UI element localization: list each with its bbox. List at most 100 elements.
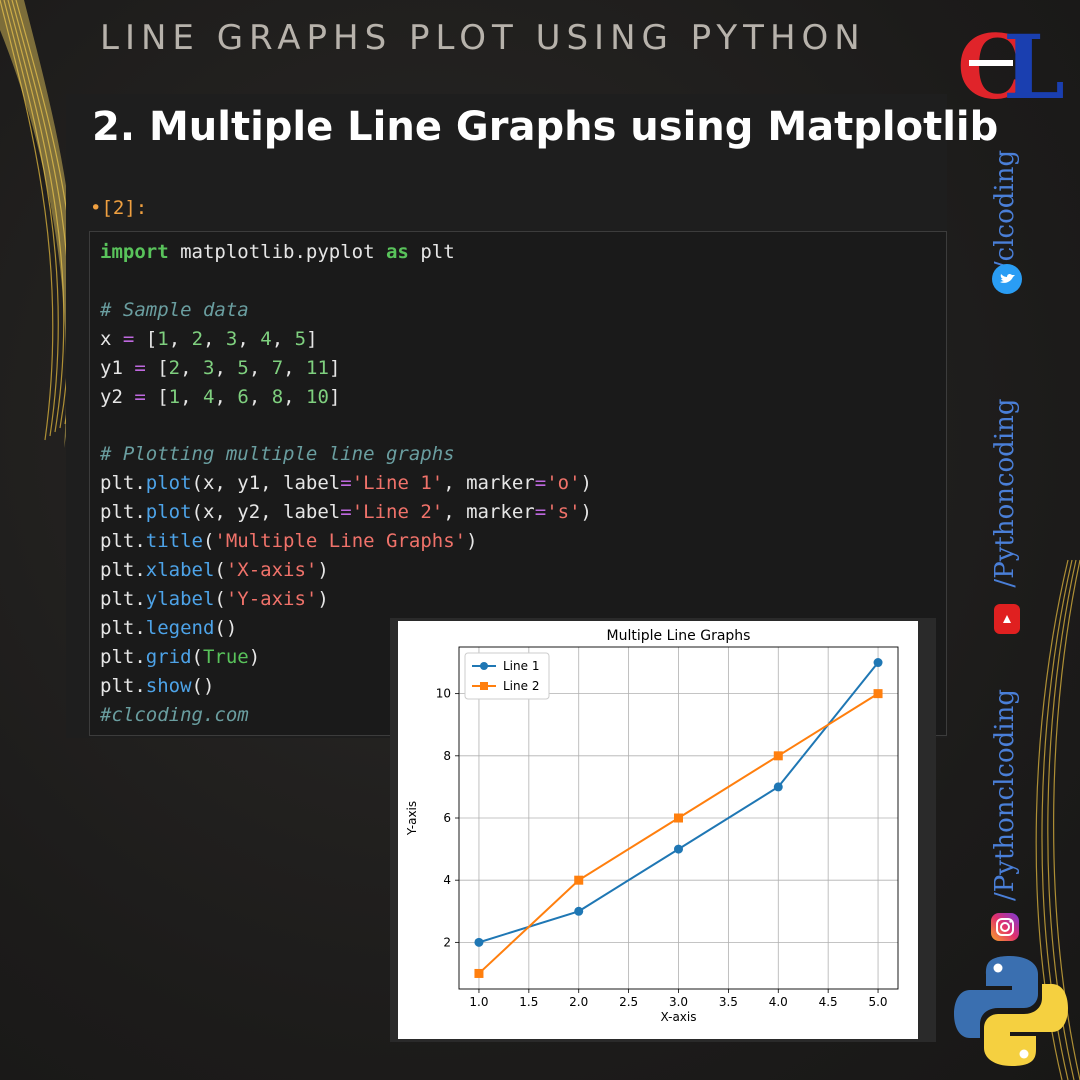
code-token: , [271, 327, 295, 350]
code-token: = [134, 385, 146, 408]
x-tick-label: 1.5 [519, 995, 538, 1009]
code-token: ) [580, 472, 592, 495]
code-token: = [340, 472, 352, 495]
code-token: xlabel [145, 558, 215, 581]
code-token: 'Multiple Line Graphs' [214, 530, 467, 553]
code-token: , [237, 327, 261, 350]
x-tick-label: 4.0 [769, 995, 788, 1009]
x-axis-label: X-axis [661, 1010, 697, 1024]
data-point-marker [773, 751, 783, 761]
data-point-marker [574, 875, 584, 885]
code-token: 11 [306, 356, 329, 379]
code-token: 2 [168, 356, 181, 379]
code-token: 4 [203, 385, 215, 408]
code-token: , [248, 385, 272, 408]
x-tick-label: 1.0 [469, 995, 488, 1009]
code-token: 3 [203, 356, 215, 379]
code-token: ( [202, 530, 215, 553]
code-token: 7 [271, 356, 284, 379]
x-tick-label: 4.5 [819, 995, 838, 1009]
code-token: y1 [100, 356, 135, 379]
y-tick-label: 4 [443, 873, 451, 887]
code-token: = [340, 501, 352, 524]
code-line: x = [1, 2, 3, 4, 5] [100, 325, 592, 354]
code-token: grid [145, 645, 192, 668]
code-line: # Sample data [100, 296, 592, 325]
data-point-marker [873, 658, 883, 668]
code-token: = [134, 356, 146, 379]
code-line: y2 = [1, 4, 6, 8, 10] [100, 383, 592, 412]
y-tick-label: 2 [443, 935, 451, 949]
cell-prompt: •[2]: [90, 197, 148, 219]
code-token: #clcoding.com [100, 703, 249, 726]
code-token: plt. [100, 645, 146, 668]
code-token: as [385, 241, 409, 263]
code-token: plt. [100, 472, 146, 495]
code-token: 4 [260, 327, 272, 350]
plot-output: 1.0 1.5 2.0 2.5 3.0 3.5 4.0 4.5 5.0 2 4 6 8 10 Multipl… [398, 621, 918, 1039]
y-axis-label: Y-axis [405, 801, 419, 836]
code-line: plt.title('Multiple Line Graphs') [100, 527, 592, 556]
youtube-handle[interactable]: /Pythoncoding [990, 368, 1020, 618]
legend-label: Line 2 [503, 679, 539, 693]
code-token: ( [214, 587, 226, 610]
code-token: (x, y2, label [191, 501, 341, 524]
code-token: ) [580, 501, 592, 524]
code-token: True [202, 645, 249, 668]
code-token: plt. [100, 558, 146, 581]
youtube-icon[interactable] [992, 604, 1022, 634]
code-token: 's' [546, 501, 581, 524]
code-token: ) [317, 587, 329, 610]
code-line: y1 = [2, 3, 5, 7, 11] [100, 354, 592, 383]
code-token: , [214, 385, 238, 408]
code-token: , [214, 356, 238, 379]
code-token: plt. [100, 530, 146, 553]
code-token: ] [306, 327, 318, 350]
code-token: (x, y1, label [191, 472, 341, 495]
code-token: import [100, 241, 169, 263]
code-token: , [180, 356, 204, 379]
code-token: plt. [100, 501, 146, 524]
code-token: 5 [294, 327, 307, 350]
code-token: plot [145, 472, 192, 495]
code-token: ( [214, 558, 226, 581]
instagram-handle[interactable]: /Pythonclcoding [990, 660, 1020, 930]
code-token: = [534, 501, 547, 524]
code-token: ) [466, 530, 478, 553]
code-token: plt [408, 241, 455, 263]
code-token: , marker [443, 501, 535, 524]
brand-logo: C L [957, 22, 1065, 108]
code-token: ( [191, 645, 203, 668]
y-tick-label: 10 [436, 687, 451, 701]
code-line: plt.plot(x, y1, label='Line 1', marker='… [100, 469, 592, 498]
twitter-icon[interactable] [992, 264, 1022, 294]
code-token: 1 [157, 327, 169, 350]
code-token: matplotlib.pyplot [168, 241, 386, 263]
x-tick-label: 3.5 [719, 995, 738, 1009]
code-token: 10 [306, 385, 329, 408]
code-token: = [534, 472, 547, 495]
code-token: ] [328, 385, 341, 408]
line-chart: 1.0 1.5 2.0 2.5 3.0 3.5 4.0 4.5 5.0 2 4 6 8 10 Multipl… [405, 628, 899, 1024]
data-point-marker [474, 937, 484, 947]
code-line: # Plotting multiple line graphs [100, 440, 592, 469]
code-token: legend [145, 616, 215, 639]
instagram-icon[interactable] [990, 912, 1020, 942]
code-token: , [180, 385, 204, 408]
code-token: # Plotting multiple line graphs [100, 443, 455, 466]
code-line: import matplotlib.pyplot as plt [100, 238, 592, 267]
notebook-heading: 2. Multiple Line Graphs using Matplotlib [92, 104, 999, 150]
code-line: plt.plot(x, y2, label='Line 2', marker='… [100, 498, 592, 527]
x-tick-label: 2.5 [619, 995, 638, 1009]
y-tick-label: 6 [443, 811, 451, 825]
code-token: title [145, 530, 203, 553]
code-token: 6 [237, 385, 249, 408]
x-tick-label: 5.0 [868, 995, 887, 1009]
x-tick-label: 2.0 [569, 995, 588, 1009]
data-point-marker [873, 689, 883, 699]
code-token: plt. [100, 616, 146, 639]
code-token: plt. [100, 587, 146, 610]
code-token: y2 [100, 385, 135, 408]
code-token: [ [145, 356, 169, 379]
